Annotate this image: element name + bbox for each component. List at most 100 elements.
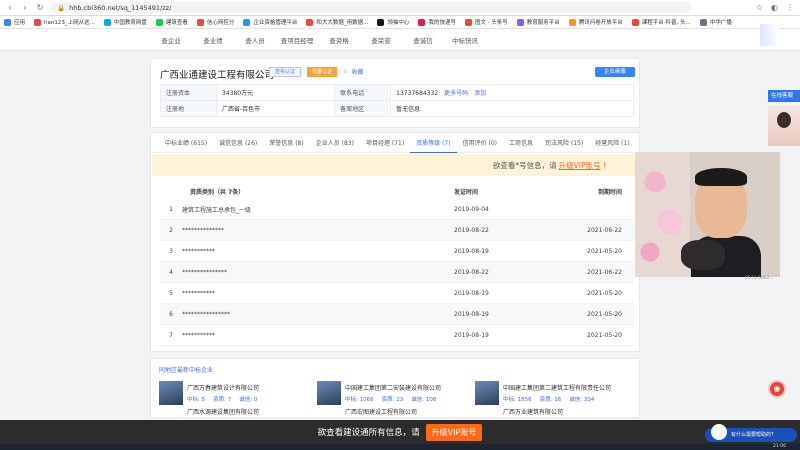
bookmark-item[interactable]: 中国教育网盘 (103, 18, 147, 26)
related-company-stats: 中标: 1856 资质: 16 诚信: 334 (503, 395, 602, 403)
bookmark-item[interactable]: 课程平台·科普, 头... (631, 18, 691, 26)
tab-item[interactable]: 荣誉信息 (8) (263, 138, 309, 147)
online-service-button[interactable]: 在线客服 (768, 90, 800, 102)
related-company-item[interactable]: 广西万春建筑设计有限公司 中标: 5 资质: 7 诚信: 0 (159, 381, 309, 405)
favorite-label: 收藏 (351, 69, 364, 76)
bookmark-icon (34, 18, 42, 26)
subtitle-upgrade-button[interactable]: 升级VIP账号 (425, 423, 483, 441)
claim-tag[interactable]: 我要认证 (307, 67, 337, 77)
row-category: *********** (182, 331, 215, 339)
table-row[interactable]: 4 *************** 2019-08-22 2021-06-22 (160, 262, 634, 283)
related-company-name[interactable]: 广西万业建筑有限公司 (503, 407, 563, 416)
bookmark-item[interactable]: 信心网控分 (196, 18, 234, 26)
help-chat-button[interactable]: 有什么需要帮助的？ (705, 424, 797, 442)
extension-icon[interactable]: ◐ (771, 3, 778, 12)
url-text: hhb.cbi360.net/sq_1145491/zz/ (69, 3, 172, 12)
related-company-name: 中国建工集团第二建筑工程有限责任公司 (503, 385, 612, 392)
site-nav-link[interactable]: 查诚信 (402, 35, 444, 45)
table-row[interactable]: 1 建筑工程施工总承包_一级 2019-09-04 (160, 199, 634, 220)
row-issue-date: 2019-08-19 (454, 247, 489, 255)
more-numbers-link[interactable]: 更多号码 (444, 90, 468, 97)
bookmark-icon (155, 18, 163, 26)
table-row[interactable]: 2 ************** 2019-08-22 2021-06-22 (160, 220, 634, 241)
info-row: 注册地 广西省-百色市 备案地区 暂无信息 (160, 100, 634, 117)
bookmark-item[interactable]: 和大大数据_用数据... (306, 18, 368, 26)
tab-item[interactable]: 项目经理 (71) (360, 138, 410, 147)
bookmark-label: 应用 (14, 20, 26, 26)
row-category: *************** (182, 268, 227, 276)
row-issue-date: 2019-08-19 (454, 310, 489, 318)
bookmark-label: 领袖中心 (387, 20, 410, 26)
vip-banner: 欲查看*号信息，请 升级VIP账号 ！ (152, 154, 640, 176)
bookmark-item[interactable]: 应用 (4, 18, 25, 26)
table-row[interactable]: 3 *********** 2019-08-19 2021-05-20 (160, 241, 634, 262)
upgrade-vip-link[interactable]: 升级VIP账号 (559, 160, 601, 171)
site-nav-link[interactable]: 中标快讯 (444, 35, 486, 45)
tab-item[interactable]: 诚信信息 (26) (213, 138, 263, 147)
address-bar[interactable]: 🔒 hhb.cbi360.net/sq_1145491/zz/ (51, 2, 691, 13)
tab-item[interactable]: 司法风险 (15) (539, 138, 589, 147)
bookmark-item[interactable]: han123_上网从这... (34, 18, 95, 26)
site-nav-link[interactable]: 查企业 (150, 35, 192, 45)
related-company-name[interactable]: 广西宏图建设工程有限公司 (345, 407, 417, 416)
tab-item[interactable]: 经营风险 (1) (589, 138, 635, 147)
bookmark-icon (631, 18, 639, 26)
bookmark-item[interactable]: 教育服务平台 (516, 18, 560, 26)
stat-qual: 资质: 16 (539, 397, 562, 403)
bookmark-item[interactable]: 中华广播· (699, 18, 733, 26)
bookmark-item[interactable]: 腾讯问卷开放平台 (568, 18, 623, 26)
row-number: 1 (169, 205, 173, 213)
table-row[interactable]: 6 **************** 2019-08-19 2021-05-20 (160, 304, 634, 325)
site-nav-link[interactable]: 查人员 (234, 35, 276, 45)
site-nav-link[interactable]: 查业绩 (192, 35, 234, 45)
row-issue-date: 2019-08-19 (454, 331, 489, 339)
row-issue-date: 2019-08-22 (454, 268, 489, 276)
reload-icon[interactable]: ↻ (36, 3, 44, 12)
stat-bids: 中标: 5 (187, 397, 206, 403)
tab-item[interactable]: 企业人员 (83) (310, 138, 360, 147)
bookmark-item[interactable]: 建筑查看 (155, 18, 188, 26)
table-row[interactable]: 5 *********** 2019-08-19 2021-05-20 (160, 283, 634, 304)
bookmark-icon (196, 18, 204, 26)
microphone-icon (681, 240, 725, 270)
row-category: 建筑工程施工总承包_一级 (182, 206, 252, 214)
related-company-item[interactable]: 中国建工集团第二安装建设有限公司 中标: 1066 资质: 23 诚信: 108 (317, 381, 467, 405)
tab-item[interactable]: 工商信息 (503, 138, 539, 147)
favorite-button[interactable]: ☆ 收藏 (343, 67, 363, 76)
tab-item[interactable]: 信用评价 (0) (457, 138, 503, 147)
site-nav-link[interactable]: 查荣誉 (360, 35, 402, 45)
info-value: 34380万元 (215, 84, 336, 101)
table-row[interactable]: 7 *********** 2019-08-19 2021-05-20 (160, 325, 634, 346)
menu-icon[interactable]: ⋮ (786, 3, 794, 12)
bookmark-icon (418, 18, 426, 26)
info-row: 注册资本 34380万元 联系电话 13737684332 更多号码 添加 (160, 84, 634, 101)
related-company-item[interactable]: 中国建工集团第二建筑工程有限责任公司 中标: 1856 资质: 16 诚信: 334 (475, 381, 625, 405)
row-expire-date: 2021-05-20 (587, 247, 622, 255)
stat-credit: 诚信: 334 (569, 397, 595, 403)
bookmark-item[interactable]: 我的快递号 (418, 18, 456, 26)
browser-toolbar: ‹ › ↻ 🔒 hhb.cbi360.net/sq_1145491/zz/ ☆ … (0, 0, 800, 16)
tab-item[interactable]: 资质等级 (7) (410, 138, 457, 153)
back-icon[interactable]: ‹ (6, 3, 14, 12)
row-category: *********** (182, 247, 215, 255)
forward-icon[interactable]: › (21, 3, 29, 12)
bookmark-item[interactable]: 图文 · 头条号 (464, 18, 508, 26)
company-profile-button[interactable]: 企业画像 (595, 67, 635, 77)
row-number: 4 (169, 268, 173, 276)
float-action-icon[interactable]: ◉ (768, 380, 786, 398)
related-company-name[interactable]: 广西水源建设集团有限公司 (187, 407, 259, 416)
row-expire-date: 2021-05-20 (587, 331, 622, 339)
tab-item[interactable]: 中标业绩 (615) (159, 138, 213, 147)
company-name: 广西业通建设工程有限公司 (160, 70, 275, 81)
add-link[interactable]: 添加 (474, 90, 486, 97)
star-icon[interactable]: ☆ (756, 3, 763, 12)
grid-header: 资质类别（共 7条） 发证时间 到期时间 (160, 183, 634, 199)
webcam-overlay (635, 152, 780, 277)
bookmark-item[interactable]: 领袖中心 (377, 18, 409, 26)
site-nav-link[interactable]: 查项目经理 (276, 35, 318, 45)
view-cert-tag[interactable]: 查看认证 (269, 67, 301, 77)
service-avatar[interactable] (768, 106, 800, 146)
info-key: 备案地区 (334, 100, 392, 117)
site-nav-link[interactable]: 查资格 (318, 35, 360, 45)
bookmark-item[interactable]: 企业资格管理平台 (243, 18, 297, 26)
